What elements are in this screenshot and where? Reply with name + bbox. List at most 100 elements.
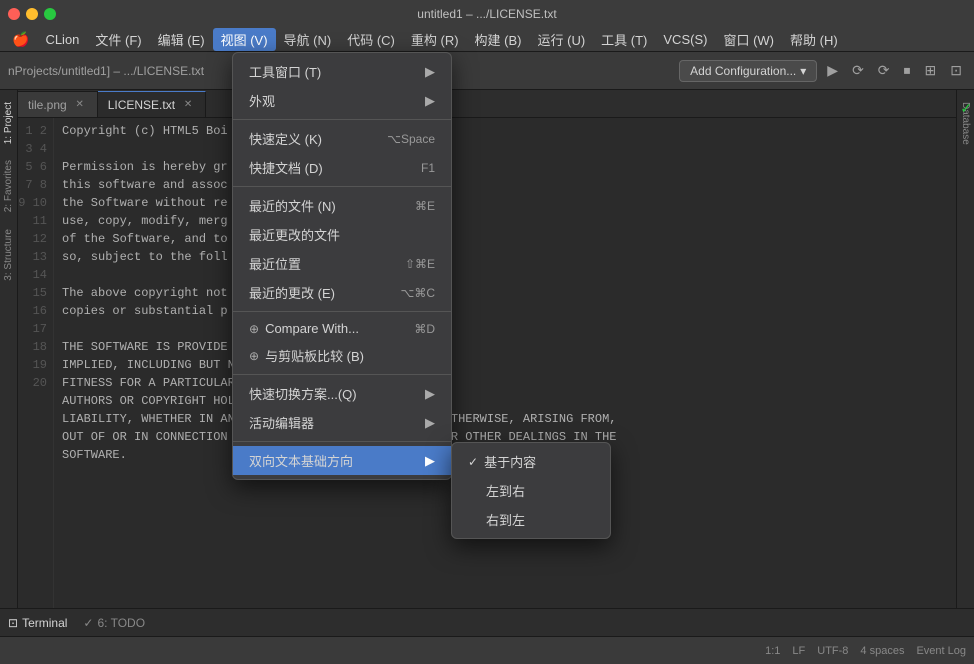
separator-1 xyxy=(233,119,451,120)
bidi-content-check: ✓ xyxy=(468,455,478,469)
dropdown-compareclipboard[interactable]: ⊕ 与剪贴板比较 (B) xyxy=(233,341,451,370)
quickdoc-label: 快捷文档 (D) xyxy=(249,158,323,177)
window-title: untitled1 – .../LICENSE.txt xyxy=(417,7,556,21)
menu-refactor[interactable]: 重构 (R) xyxy=(403,28,467,51)
event-log[interactable]: Event Log xyxy=(916,645,966,657)
coverage-button[interactable]: ⟳ xyxy=(874,60,894,81)
appearance-arrow: ▶ xyxy=(425,93,435,109)
title-bar: untitled1 – .../LICENSE.txt xyxy=(0,0,974,28)
dropdown-recentfiles[interactable]: 最近的文件 (N) ⌘E xyxy=(233,191,451,220)
appearance-label: 外观 xyxy=(249,91,275,110)
menu-help[interactable]: 帮助 (H) xyxy=(782,28,846,51)
tab-terminal[interactable]: ⊡ Terminal xyxy=(8,612,67,634)
menu-edit[interactable]: 编辑 (E) xyxy=(150,28,213,51)
traffic-lights xyxy=(8,8,56,20)
recentchanged-label: 最近更改的文件 xyxy=(249,225,340,244)
toolwindows-label: 工具窗口 (T) xyxy=(249,62,321,81)
bottom-tabs: ⊡ Terminal ✓ 6: TODO xyxy=(0,608,974,636)
menu-build[interactable]: 构建 (B) xyxy=(467,28,530,51)
terminal-icon: ⊡ xyxy=(8,616,18,630)
minimize-button[interactable] xyxy=(26,8,38,20)
bidi-ltr-label: 左到右 xyxy=(486,481,525,500)
dropdown-quickdef[interactable]: 快速定义 (K) ⌥Space xyxy=(233,124,451,153)
encoding: UTF-8 xyxy=(817,645,848,657)
dropdown-quickswitch[interactable]: 快速切换方案...(Q) ▶ xyxy=(233,379,451,408)
maximize-button[interactable] xyxy=(44,8,56,20)
bidi-ltr[interactable]: 左到右 xyxy=(452,476,610,505)
dropdown-recentchanges[interactable]: 最近的更改 (E) ⌥⌘C xyxy=(233,278,451,307)
sidebar-item-project[interactable]: 1: Project xyxy=(1,94,16,152)
add-config-label: Add Configuration... xyxy=(690,64,796,78)
add-config-dropdown-icon: ▾ xyxy=(800,64,806,78)
indent: 4 spaces xyxy=(860,645,904,657)
recentchanges-label: 最近的更改 (E) xyxy=(249,283,335,302)
menu-tools[interactable]: 工具 (T) xyxy=(593,28,655,51)
dropdown-activeeditor[interactable]: 活动编辑器 ▶ xyxy=(233,408,451,437)
todo-label: 6: TODO xyxy=(97,616,145,630)
menu-navigate[interactable]: 导航 (N) xyxy=(276,28,340,51)
tab-licensetxt-label: LICENSE.txt xyxy=(108,98,175,112)
dropdown-recentchanged[interactable]: 最近更改的文件 xyxy=(233,220,451,249)
tab-tilepng-close[interactable]: ✕ xyxy=(73,98,87,112)
activeeditor-label: 活动编辑器 xyxy=(249,413,314,432)
separator-3 xyxy=(233,311,451,312)
bidi-arrow: ▶ xyxy=(425,453,435,469)
bidi-submenu: ✓ 基于内容 左到右 右到左 xyxy=(451,442,611,539)
fullscreen-button[interactable]: ⊡ xyxy=(946,60,966,81)
dropdown-bidi[interactable]: 双向文本基础方向 ▶ ✓ 基于内容 左到右 右到左 xyxy=(233,446,451,475)
tab-todo[interactable]: ✓ 6: TODO xyxy=(83,612,145,634)
debug-button[interactable]: ⟳ xyxy=(848,60,868,81)
toolbar: nProjects/untitled1] – .../LICENSE.txt A… xyxy=(0,52,974,90)
tab-tilepng[interactable]: tile.png ✕ xyxy=(18,91,98,117)
compareclipboard-label: 与剪贴板比较 (B) xyxy=(265,346,364,365)
sidebar-item-favorites[interactable]: 2: Favorites xyxy=(1,152,16,220)
toolbar-right: Add Configuration... ▾ ▶ ⟳ ⟳ ⏹ ⊞ ⊡ xyxy=(679,60,966,82)
menu-vcs[interactable]: VCS(S) xyxy=(655,30,715,49)
comparewith-shortcut: ⌘D xyxy=(414,322,435,336)
comparewith-label: Compare With... xyxy=(265,321,359,336)
bidi-content-label: 基于内容 xyxy=(484,452,536,471)
menu-view[interactable]: 视图 (V) xyxy=(213,28,276,51)
menu-clion[interactable]: CLion xyxy=(37,30,87,49)
dropdown-recentloc[interactable]: 最近位置 ⇧⌘E xyxy=(233,249,451,278)
terminal-label: Terminal xyxy=(22,616,67,630)
status-right: 1:1 LF UTF-8 4 spaces Event Log xyxy=(765,645,966,657)
run-button[interactable]: ▶ xyxy=(823,60,842,81)
bidi-rtl-label: 右到左 xyxy=(486,510,525,529)
menu-code[interactable]: 代码 (C) xyxy=(339,28,403,51)
todo-icon: ✓ xyxy=(83,616,93,630)
recentfiles-shortcut: ⌘E xyxy=(415,199,435,213)
tab-tilepng-label: tile.png xyxy=(28,98,67,112)
dropdown-comparewith[interactable]: ⊕ Compare With... ⌘D xyxy=(233,316,451,341)
menu-file[interactable]: 文件 (F) xyxy=(87,28,149,51)
menu-bar: 🍎 CLion 文件 (F) 编辑 (E) 视图 (V) 导航 (N) 代码 (… xyxy=(0,28,974,52)
separator-2 xyxy=(233,186,451,187)
dropdown-toolwindows[interactable]: 工具窗口 (T) ▶ xyxy=(233,57,451,86)
menu-run[interactable]: 运行 (U) xyxy=(530,28,594,51)
view-menu-dropdown: 工具窗口 (T) ▶ 外观 ▶ 快速定义 (K) ⌥Space 快捷文档 (D)… xyxy=(232,52,452,480)
toolwindows-arrow: ▶ xyxy=(425,64,435,80)
menu-window[interactable]: 窗口 (W) xyxy=(715,28,782,51)
activeeditor-arrow: ▶ xyxy=(425,415,435,431)
layout-button[interactable]: ⊞ xyxy=(921,60,941,81)
bidi-rtl[interactable]: 右到左 xyxy=(452,505,610,534)
sidebar-item-structure[interactable]: 3: Structure xyxy=(1,221,16,289)
checkmark-icon: ✓ xyxy=(960,100,972,117)
recentchanges-shortcut: ⌥⌘C xyxy=(401,286,436,300)
editor-tabs: tile.png ✕ LICENSE.txt ✕ xyxy=(18,90,956,118)
stop-button[interactable]: ⏹ xyxy=(900,60,915,81)
compareclipboard-icon: ⊕ xyxy=(249,349,259,363)
dropdown-appearance[interactable]: 外观 ▶ xyxy=(233,86,451,115)
apple-menu[interactable]: 🍎 xyxy=(4,31,37,48)
tab-licensetxt-close[interactable]: ✕ xyxy=(181,98,195,112)
recentloc-label: 最近位置 xyxy=(249,254,301,273)
dropdown-quickdoc[interactable]: 快捷文档 (D) F1 xyxy=(233,153,451,182)
close-button[interactable] xyxy=(8,8,20,20)
line-numbers: 1 2 3 4 5 6 7 8 9 10 11 12 13 14 15 16 1… xyxy=(18,118,54,608)
add-configuration-button[interactable]: Add Configuration... ▾ xyxy=(679,60,817,82)
tab-licensetxt[interactable]: LICENSE.txt ✕ xyxy=(98,91,206,117)
separator-5 xyxy=(233,441,451,442)
quickdef-shortcut: ⌥Space xyxy=(387,132,435,146)
separator-4 xyxy=(233,374,451,375)
bidi-content-based[interactable]: ✓ 基于内容 xyxy=(452,447,610,476)
